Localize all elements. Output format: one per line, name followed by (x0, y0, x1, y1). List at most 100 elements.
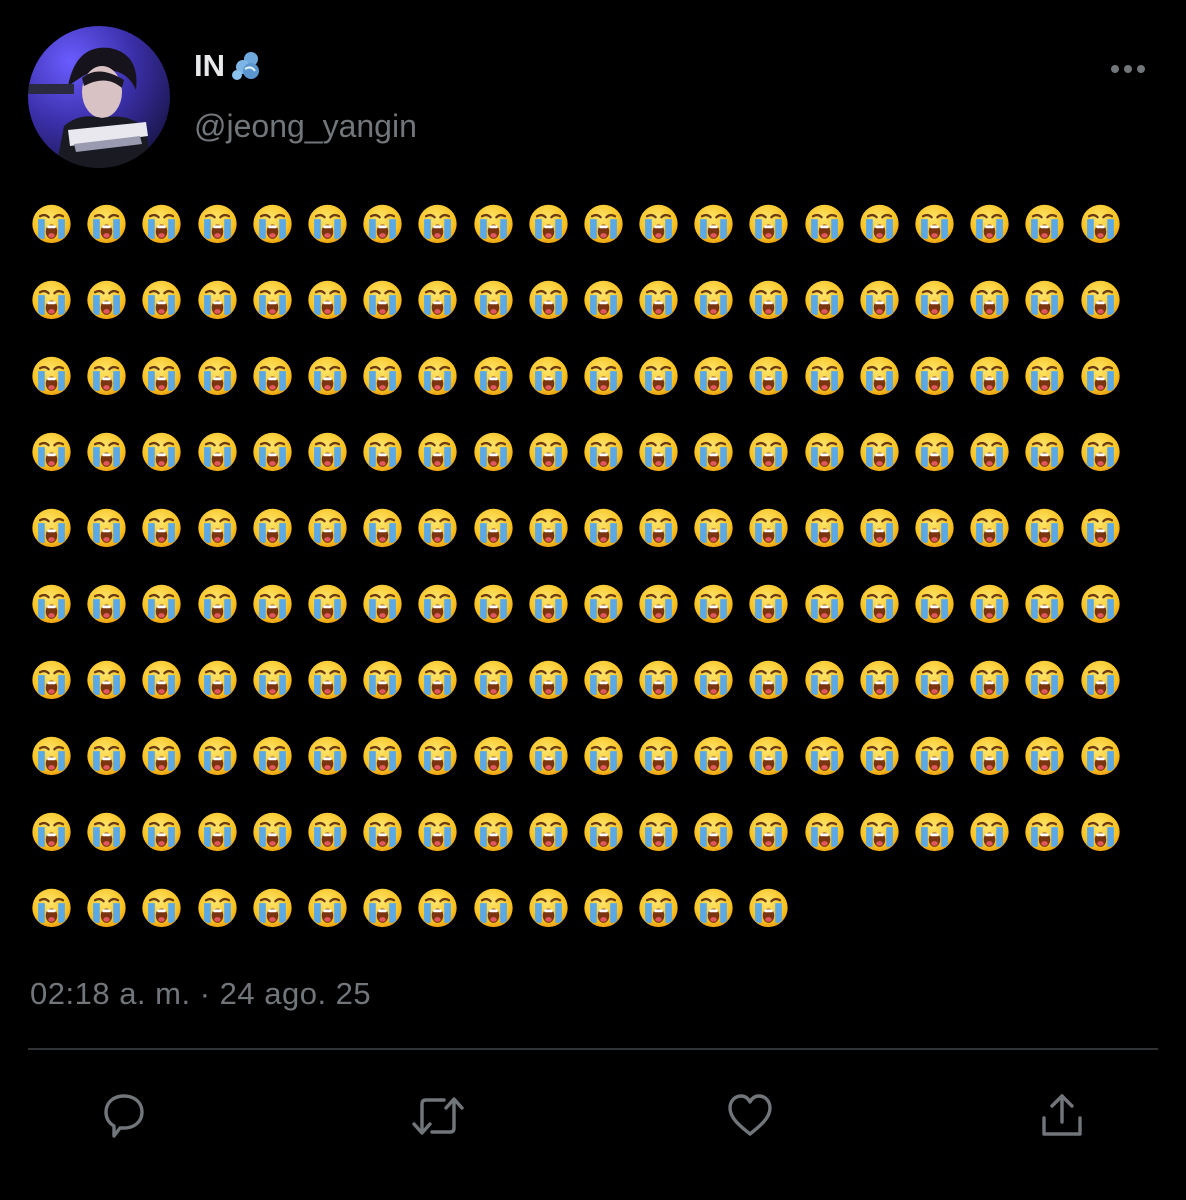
loudly-crying-face-icon (1080, 508, 1120, 548)
more-options-button[interactable] (1106, 54, 1150, 84)
loudly-crying-face-icon (1080, 204, 1120, 244)
loudly-crying-face-icon (749, 204, 789, 244)
loudly-crying-face-icon (363, 432, 402, 472)
loudly-crying-face-icon (142, 508, 182, 548)
loudly-crying-face-icon (970, 356, 1009, 396)
reply-button[interactable] (94, 1086, 154, 1146)
loudly-crying-face-icon (804, 508, 844, 548)
loudly-crying-face-icon (529, 204, 568, 244)
loudly-crying-face-icon (639, 660, 678, 700)
loudly-crying-face-icon (363, 204, 402, 244)
loudly-crying-face-icon (915, 204, 954, 244)
loudly-crying-face-icon (418, 508, 457, 548)
loudly-crying-face-icon (87, 736, 126, 776)
loudly-crying-face-icon (970, 508, 1009, 548)
loudly-crying-face-icon (87, 660, 126, 700)
loudly-crying-face-icon (253, 888, 292, 928)
loudly-crying-face-icon (749, 812, 789, 852)
loudly-crying-face-icon (639, 508, 678, 548)
loudly-crying-face-icon (197, 204, 237, 244)
retweet-arrows-icon (412, 1097, 464, 1135)
loudly-crying-face-icon (749, 508, 789, 548)
display-name[interactable]: IN (194, 46, 263, 86)
avatar[interactable] (28, 26, 170, 168)
retweet-button[interactable] (408, 1086, 468, 1146)
loudly-crying-face-icon (32, 736, 71, 776)
loudly-crying-face-icon (639, 736, 678, 776)
loudly-crying-face-icon (308, 356, 347, 396)
loudly-crying-face-icon (473, 584, 513, 624)
like-button[interactable] (720, 1086, 780, 1146)
loudly-crying-face-icon (32, 584, 71, 624)
loudly-crying-face-icon (694, 508, 733, 548)
loudly-crying-face-icon (970, 432, 1009, 472)
loudly-crying-face-icon (363, 280, 402, 320)
loudly-crying-face-icon (915, 432, 954, 472)
loudly-crying-face-icon (1025, 584, 1065, 624)
loudly-crying-face-icon (639, 356, 678, 396)
loudly-crying-face-icon (639, 888, 678, 928)
loudly-crying-face-icon (1080, 356, 1120, 396)
loudly-crying-face-icon (584, 204, 623, 244)
loudly-crying-face-icon (529, 584, 568, 624)
loudly-crying-face-icon (1025, 736, 1065, 776)
loudly-crying-face-icon (363, 508, 402, 548)
loudly-crying-face-icon (860, 736, 899, 776)
loudly-crying-face-icon (32, 432, 71, 472)
loudly-crying-face-icon (473, 508, 513, 548)
loudly-crying-face-icon (694, 204, 733, 244)
loudly-crying-face-icon (308, 280, 347, 320)
loudly-crying-face-icon (197, 432, 237, 472)
user-handle[interactable]: @jeong_yangin (194, 108, 417, 145)
loudly-crying-face-icon (87, 280, 126, 320)
loudly-crying-face-icon (915, 508, 954, 548)
loudly-crying-face-icon (473, 356, 513, 396)
loudly-crying-face-icon (749, 432, 789, 472)
loudly-crying-face-icon (142, 812, 182, 852)
loudly-crying-face-icon (197, 812, 237, 852)
loudly-crying-face-icon (1080, 812, 1120, 852)
loudly-crying-face-icon (584, 280, 623, 320)
loudly-crying-face-icon (529, 356, 568, 396)
loudly-crying-face-icon (1080, 432, 1120, 472)
loudly-crying-face-icon (418, 204, 457, 244)
loudly-crying-face-icon (584, 508, 623, 548)
loudly-crying-face-icon (970, 660, 1009, 700)
loudly-crying-face-icon (860, 812, 899, 852)
loudly-crying-face-icon (584, 584, 623, 624)
tweet-timestamp[interactable]: 02:18 a. m. · 24 ago. 25 (30, 976, 371, 1012)
loudly-crying-face-icon (804, 280, 844, 320)
share-button[interactable] (1032, 1086, 1092, 1146)
loudly-crying-face-icon (87, 356, 126, 396)
loudly-crying-face-icon (804, 660, 844, 700)
loudly-crying-face-icon (32, 204, 71, 244)
loudly-crying-face-icon (915, 280, 954, 320)
loudly-crying-face-icon (308, 812, 347, 852)
loudly-crying-face-icon (584, 660, 623, 700)
loudly-crying-face-icon (418, 584, 457, 624)
loudly-crying-face-icon (363, 660, 402, 700)
loudly-crying-face-icon (142, 280, 182, 320)
loudly-crying-face-icon (804, 432, 844, 472)
loudly-crying-face-icon (1025, 204, 1065, 244)
loudly-crying-face-icon (694, 356, 733, 396)
loudly-crying-face-icon (529, 812, 568, 852)
loudly-crying-face-icon (418, 812, 457, 852)
loudly-crying-face-icon (197, 584, 237, 624)
loudly-crying-face-icon (308, 204, 347, 244)
loudly-crying-face-icon (1080, 660, 1120, 700)
loudly-crying-face-icon (418, 888, 457, 928)
loudly-crying-face-icon (915, 584, 954, 624)
loudly-crying-face-icon (473, 204, 513, 244)
loudly-crying-face-icon (639, 584, 678, 624)
avatar-photo (28, 26, 170, 168)
loudly-crying-face-icon (860, 508, 899, 548)
loudly-crying-face-icon (749, 280, 789, 320)
loudly-crying-face-icon (308, 432, 347, 472)
loudly-crying-face-icon (253, 660, 292, 700)
loudly-crying-face-icon (860, 660, 899, 700)
loudly-crying-face-icon (363, 584, 402, 624)
loudly-crying-face-icon (860, 204, 899, 244)
heart-outline-icon (728, 1094, 772, 1136)
loudly-crying-face-icon (804, 584, 844, 624)
